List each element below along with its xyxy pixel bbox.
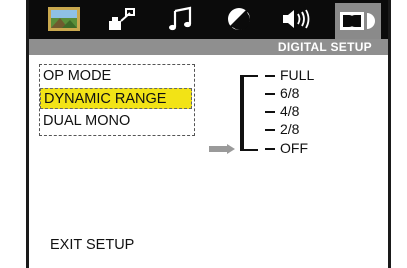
music-note-icon [169,6,192,31]
screen-frame-right [388,0,391,268]
option-4-8[interactable]: 4/8 [280,104,299,118]
dolby-digital-icon [340,12,375,30]
menu-item-dual-mono[interactable]: DUAL MONO [40,111,192,132]
option-dash [265,93,275,95]
tab-video-setup[interactable] [219,5,259,33]
exit-setup-button[interactable]: EXIT SETUP [50,237,134,253]
tab-icon-bar [29,0,388,39]
menu-title-bar: DIGITAL SETUP [29,39,388,55]
option-dash [265,129,275,131]
option-off[interactable]: OFF [280,141,308,155]
tab-speaker-sound[interactable] [277,5,317,33]
dynamic-range-options: FULL 6/8 4/8 2/8 OFF [240,67,370,157]
option-dash [265,75,275,77]
bracket-tick-top [240,75,258,77]
option-dash [265,148,275,150]
speaker-setup-icon [109,8,135,30]
video-setup-icon [228,8,250,31]
option-6-8[interactable]: 6/8 [280,86,299,100]
setup-screen: DIGITAL SETUP OP MODE DYNAMIC RANGE DUAL… [26,0,391,268]
general-setup-icon [48,7,80,31]
current-value-arrow-icon [209,144,235,154]
tab-speaker-setup[interactable] [101,5,141,33]
speaker-sound-icon [283,9,310,29]
tab-audio-setup[interactable] [161,5,201,33]
option-dash [265,111,275,113]
setup-menu: OP MODE DYNAMIC RANGE DUAL MONO [39,64,195,136]
menu-item-dynamic-range[interactable]: DYNAMIC RANGE [40,88,192,109]
option-2-8[interactable]: 2/8 [280,122,299,136]
menu-item-op-mode[interactable]: OP MODE [40,66,192,87]
option-bracket [240,75,244,151]
page-title: DIGITAL SETUP [277,40,372,54]
bracket-tick-bottom [240,149,258,151]
tab-digital-setup[interactable] [335,3,381,39]
tab-general-setup[interactable] [44,5,84,33]
option-full[interactable]: FULL [280,68,314,82]
